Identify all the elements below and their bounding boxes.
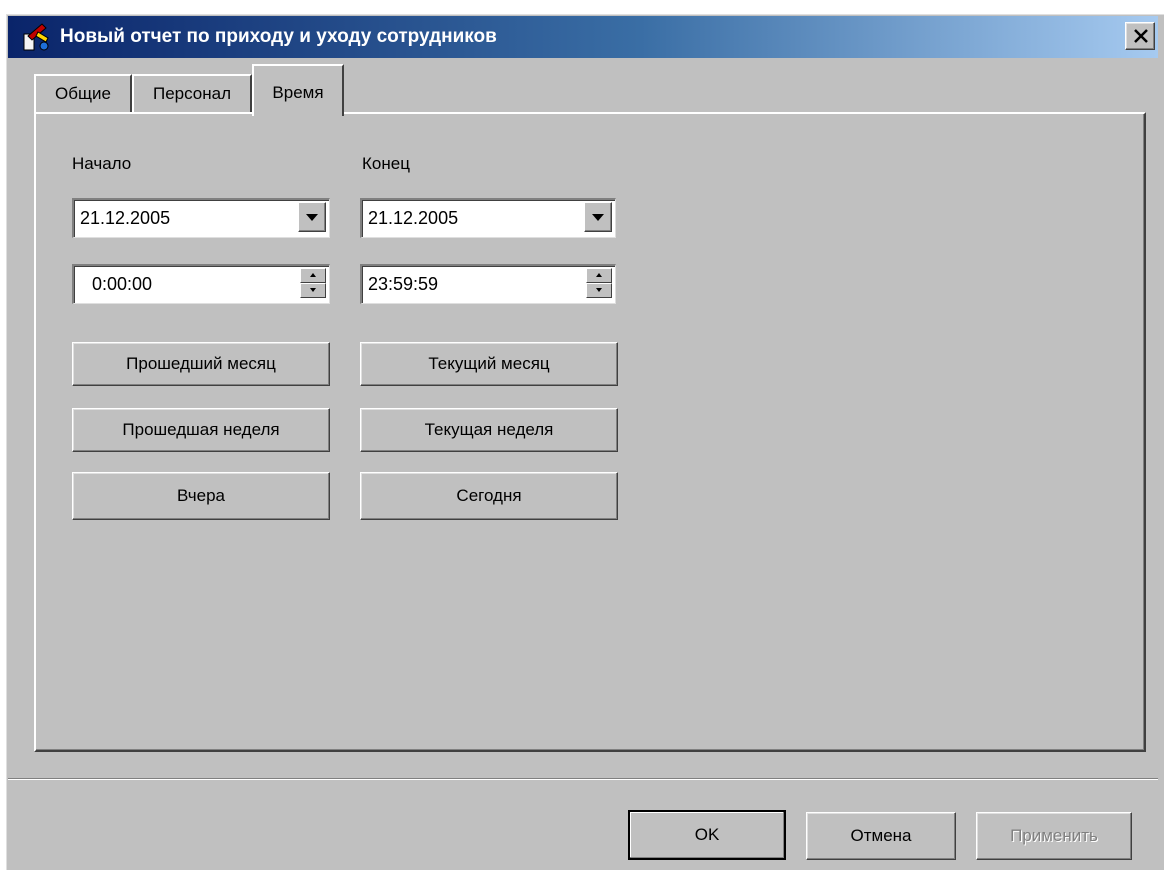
start-date-picker[interactable]: 21.12.2005 bbox=[72, 198, 330, 238]
end-date-picker[interactable]: 21.12.2005 bbox=[360, 198, 616, 238]
spin-down-button[interactable] bbox=[300, 283, 326, 298]
window-title: Новый отчет по приходу и уходу сотрудник… bbox=[60, 26, 497, 47]
start-time-field[interactable]: 0:00:00 bbox=[72, 264, 330, 304]
close-icon bbox=[1134, 29, 1148, 43]
cancel-button[interactable]: Отмена bbox=[806, 812, 956, 860]
spin-up-button[interactable] bbox=[586, 268, 612, 283]
end-label: Конец bbox=[362, 154, 410, 173]
end-time-field[interactable]: 23:59:59 bbox=[360, 264, 616, 304]
spin-down-button[interactable] bbox=[586, 283, 612, 298]
end-date-dropdown-button[interactable] bbox=[584, 202, 612, 232]
divider bbox=[8, 778, 1158, 780]
chevron-down-icon bbox=[592, 214, 604, 221]
end-time-spinner[interactable] bbox=[586, 268, 612, 298]
arrow-down-icon bbox=[310, 288, 316, 292]
current-week-button[interactable]: Текущая неделя bbox=[360, 408, 618, 452]
start-label: Начало bbox=[72, 154, 132, 173]
apply-button[interactable]: Применить bbox=[976, 812, 1132, 860]
spin-up-button[interactable] bbox=[300, 268, 326, 283]
previous-month-button[interactable]: Прошедший месяц bbox=[72, 342, 330, 386]
start-time-spinner[interactable] bbox=[300, 268, 326, 298]
tab-general[interactable]: Общие bbox=[34, 74, 132, 112]
arrow-up-icon bbox=[310, 273, 316, 277]
previous-week-button[interactable]: Прошедшая неделя bbox=[72, 408, 330, 452]
yesterday-button[interactable]: Вчера bbox=[72, 472, 330, 520]
ok-button[interactable]: OK bbox=[628, 810, 786, 860]
arrow-up-icon bbox=[596, 273, 602, 277]
arrow-down-icon bbox=[596, 288, 602, 292]
tab-personnel[interactable]: Персонал bbox=[132, 74, 252, 112]
current-month-button[interactable]: Текущий месяц bbox=[360, 342, 618, 386]
chevron-down-icon bbox=[306, 214, 318, 221]
tab-time[interactable]: Время bbox=[252, 64, 344, 116]
report-icon bbox=[20, 22, 54, 54]
today-button[interactable]: Сегодня bbox=[360, 472, 618, 520]
close-button[interactable] bbox=[1125, 22, 1155, 50]
start-date-dropdown-button[interactable] bbox=[298, 202, 326, 232]
